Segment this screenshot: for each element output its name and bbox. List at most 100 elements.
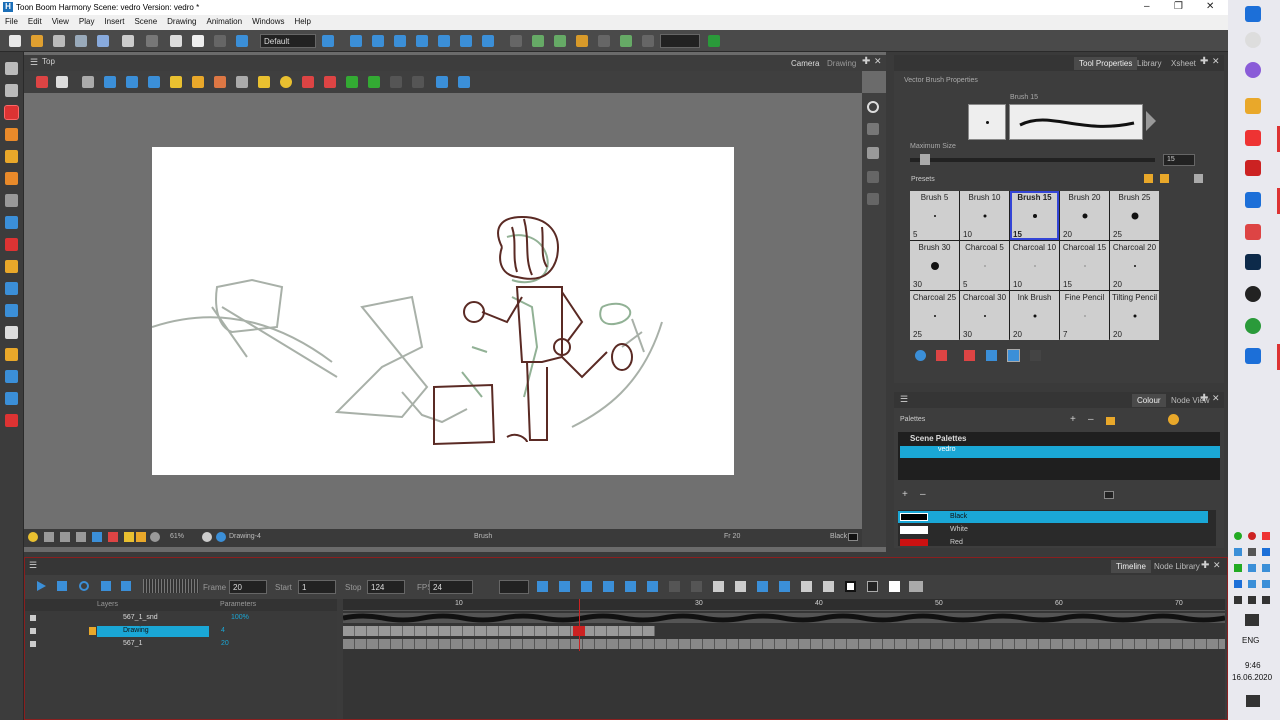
transform-tool-icon[interactable]	[5, 348, 18, 361]
previous-keyframe-icon[interactable]	[669, 581, 680, 592]
menu-drawing[interactable]: Drawing	[162, 15, 201, 28]
line-style-select[interactable]	[499, 580, 529, 594]
white-layer-icon[interactable]	[889, 581, 900, 592]
swatch-row-red[interactable]: Red	[898, 537, 1208, 546]
stop-field[interactable]: 124	[367, 580, 405, 594]
preset-charcoal-5[interactable]: Charcoal 5 5	[960, 241, 1009, 290]
preset-charcoal-30[interactable]: Charcoal 30 30	[960, 291, 1009, 340]
spline-icon[interactable]	[460, 35, 472, 47]
background-track[interactable]	[343, 639, 1225, 649]
tab-drawing[interactable]: Drawing	[822, 57, 861, 70]
light-table-icon[interactable]	[104, 76, 116, 88]
group-icon[interactable]	[554, 35, 566, 47]
import-icon[interactable]	[97, 35, 109, 47]
language-indicator[interactable]: ENG	[1242, 636, 1259, 645]
redo-icon[interactable]	[146, 35, 158, 47]
brush-stroke-icon[interactable]	[214, 76, 226, 88]
preset-menu-icon[interactable]	[1194, 174, 1203, 183]
close-icon[interactable]: ✕	[1206, 1, 1214, 12]
remove-palette-icon[interactable]: –	[1088, 414, 1094, 425]
transform-icon[interactable]	[350, 35, 362, 47]
notifications-icon[interactable]	[1246, 695, 1260, 707]
layer-visible-icon[interactable]	[867, 147, 879, 159]
motion-keyframe-icon[interactable]	[625, 581, 636, 592]
preset-ink-brush[interactable]: Ink Brush 20	[1010, 291, 1059, 340]
drawing-canvas[interactable]	[151, 147, 734, 475]
yandex-icon[interactable]	[1245, 130, 1261, 146]
play-selection-icon[interactable]	[57, 581, 67, 591]
menu-windows[interactable]: Windows	[247, 15, 289, 28]
close-timeline-icon[interactable]: ✕	[1213, 560, 1221, 571]
add-keyframe-icon[interactable]	[581, 581, 592, 592]
layer-mode-icon[interactable]	[867, 581, 878, 592]
paint-tool-icon[interactable]	[5, 150, 18, 163]
add-timeline-icon[interactable]: ✚	[1201, 560, 1209, 571]
preset-brush-20[interactable]: Brush 20 20	[1060, 191, 1109, 240]
sound-icon[interactable]	[101, 581, 111, 591]
peg-icon[interactable]	[510, 35, 522, 47]
playhead[interactable]	[579, 599, 580, 651]
start-field[interactable]: 1	[298, 580, 336, 594]
close-view-icon[interactable]: ✕	[874, 56, 882, 67]
pivot-icon[interactable]	[482, 35, 494, 47]
extend-exposure-icon[interactable]	[757, 581, 768, 592]
harmony-taskbar-icon[interactable]	[1245, 192, 1261, 208]
rename-preset-icon[interactable]	[1160, 174, 1169, 183]
tray-icon[interactable]	[1234, 548, 1242, 556]
zoom-level[interactable]: 61%	[170, 533, 184, 540]
start-icon[interactable]	[1245, 6, 1261, 22]
light-icon[interactable]	[258, 76, 270, 88]
texture-icon[interactable]	[1030, 350, 1041, 361]
quick-icon[interactable]	[44, 532, 54, 542]
tray-icon[interactable]	[1262, 580, 1270, 588]
explorer-icon[interactable]	[1245, 98, 1261, 114]
remove-keyframe-icon[interactable]	[603, 581, 614, 592]
max-size-slider-track[interactable]	[910, 158, 1155, 162]
preset-tilting-pencil[interactable]: Tilting Pencil 20	[1110, 291, 1159, 340]
skew-icon[interactable]	[416, 35, 428, 47]
cortana-icon[interactable]	[1245, 62, 1261, 78]
text-tool-icon[interactable]	[5, 194, 18, 207]
tray-icon[interactable]	[1248, 564, 1256, 572]
align-right-icon[interactable]	[458, 76, 470, 88]
swatch-row-black[interactable]: Black	[898, 511, 1208, 523]
layer-options-icon[interactable]	[642, 35, 654, 47]
preset-brush-15[interactable]: Brush 15 15	[1010, 191, 1059, 240]
select-tool-icon[interactable]	[5, 62, 18, 75]
add-palette-icon[interactable]: +	[1070, 414, 1076, 425]
bulb-icon[interactable]	[28, 532, 38, 542]
pressure-icon[interactable]	[936, 350, 947, 361]
fps-field[interactable]: 24	[429, 580, 473, 594]
field-chart-icon[interactable]	[390, 76, 402, 88]
drawing-track[interactable]	[343, 626, 655, 636]
smooth-icon[interactable]	[915, 350, 926, 361]
hand-tool-icon[interactable]	[5, 326, 18, 339]
draw-behind-icon[interactable]	[964, 350, 975, 361]
preset-brush-5[interactable]: Brush 5 5	[910, 191, 959, 240]
layer-row-background[interactable]: 567_1 20	[25, 639, 337, 651]
remove-swatch-icon[interactable]: –	[920, 489, 926, 500]
layer-visibility-icon[interactable]	[30, 628, 36, 634]
preset-charcoal-20[interactable]: Charcoal 20 20	[1110, 241, 1159, 290]
mode-select[interactable]	[660, 34, 700, 48]
expand-arrow-icon[interactable]	[1146, 111, 1156, 131]
pen-tool-icon[interactable]	[5, 392, 18, 405]
colour-menu-icon[interactable]: ☰	[900, 394, 908, 405]
tray-icon[interactable]	[1234, 532, 1242, 540]
clock-date[interactable]: 16.06.2020	[1232, 673, 1272, 682]
egg-icon[interactable]	[280, 76, 292, 88]
crop-tool-icon[interactable]	[5, 370, 18, 383]
max-size-field[interactable]: 15	[1163, 154, 1195, 166]
network-icon[interactable]	[1245, 614, 1259, 626]
layer-visibility-icon[interactable]	[30, 641, 36, 647]
palette-lock-icon[interactable]	[1168, 414, 1179, 425]
line-tool-icon[interactable]	[236, 76, 248, 88]
tab-camera[interactable]: Camera	[786, 57, 824, 70]
tab-xsheet[interactable]: Xsheet	[1166, 57, 1201, 70]
tray-icon[interactable]	[1262, 564, 1270, 572]
save-icon[interactable]	[53, 35, 65, 47]
mask-icon[interactable]	[76, 532, 86, 542]
lock-icon[interactable]	[170, 76, 182, 88]
play-icon[interactable]	[37, 581, 46, 591]
brush-tool-icon[interactable]	[4, 105, 19, 120]
